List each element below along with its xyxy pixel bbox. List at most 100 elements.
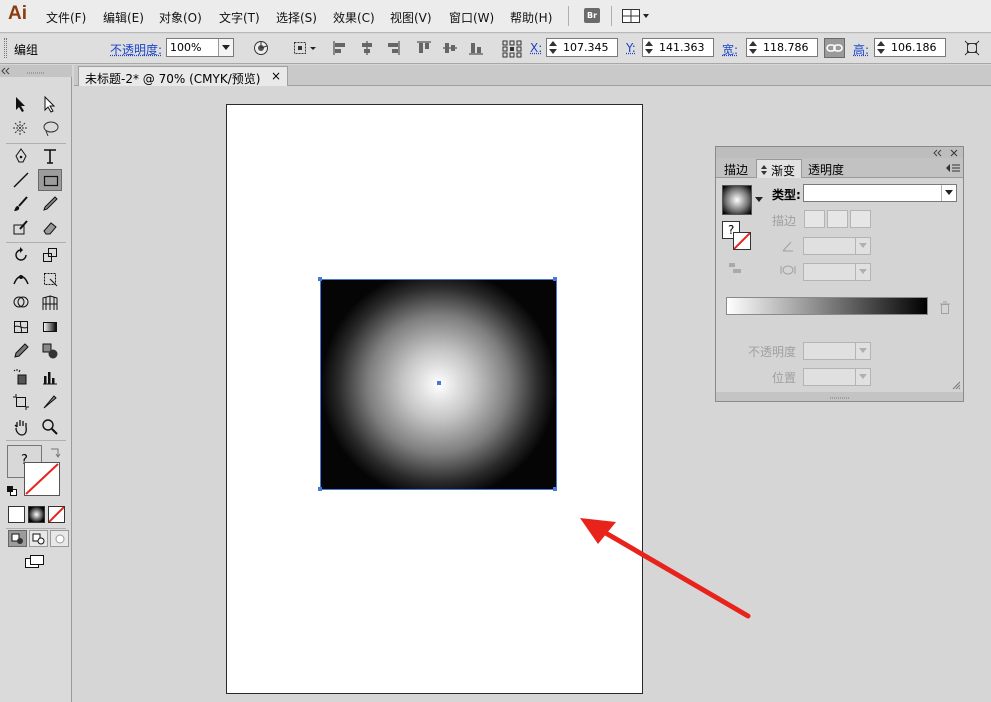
stroke-within-button[interactable] bbox=[804, 210, 825, 228]
chevron-down-icon[interactable] bbox=[855, 238, 870, 254]
grip-handle[interactable] bbox=[4, 38, 7, 58]
pencil-tool[interactable] bbox=[38, 193, 62, 215]
direct-selection-tool[interactable] bbox=[38, 93, 62, 115]
slice-tool[interactable] bbox=[38, 391, 62, 413]
rectangle-tool[interactable] bbox=[38, 169, 62, 191]
y-label[interactable]: Y: bbox=[626, 41, 636, 55]
default-fill-stroke-icon[interactable] bbox=[6, 485, 18, 497]
constrain-proportions-button[interactable] bbox=[824, 38, 845, 58]
type-tool[interactable] bbox=[38, 145, 62, 167]
none-mode-button[interactable] bbox=[48, 506, 65, 523]
width-field[interactable]: 118.786 bbox=[746, 38, 818, 57]
screen-mode-button[interactable] bbox=[24, 554, 46, 570]
spinner-icon[interactable] bbox=[876, 40, 886, 55]
chevron-down-icon[interactable] bbox=[218, 39, 233, 56]
stroke-across-button[interactable] bbox=[850, 210, 871, 228]
selection-handle[interactable] bbox=[318, 487, 322, 491]
gradient-type-select[interactable] bbox=[803, 184, 957, 202]
eraser-tool[interactable] bbox=[38, 217, 62, 239]
collapse-icon[interactable] bbox=[0, 65, 72, 77]
color-mode-button[interactable] bbox=[8, 506, 25, 523]
paintbrush-tool[interactable] bbox=[9, 193, 33, 215]
chevron-down-icon[interactable] bbox=[855, 264, 870, 280]
gradient-preview-swatch[interactable] bbox=[722, 185, 752, 215]
menu-help[interactable]: 帮助(H) bbox=[510, 9, 552, 26]
arrange-documents-button[interactable] bbox=[622, 9, 650, 23]
magic-wand-tool[interactable] bbox=[9, 118, 33, 140]
opacity-label[interactable]: 不透明度: bbox=[110, 41, 162, 58]
menu-view[interactable]: 视图(V) bbox=[390, 9, 432, 26]
gradient-mode-button[interactable] bbox=[28, 506, 45, 523]
symbol-sprayer-tool[interactable] bbox=[9, 366, 33, 388]
shape-builder-tool[interactable] bbox=[9, 292, 33, 314]
document-tab[interactable]: 未标题-2* @ 70% (CMYK/预览) × bbox=[78, 66, 288, 86]
chevron-down-icon[interactable] bbox=[855, 369, 870, 385]
selection-handle[interactable] bbox=[318, 277, 322, 281]
reference-point-icon[interactable] bbox=[502, 40, 522, 58]
panel-bottom-bar[interactable] bbox=[716, 392, 963, 401]
hand-tool[interactable] bbox=[9, 416, 33, 438]
gradient-slider[interactable] bbox=[726, 297, 928, 315]
height-label[interactable]: 高: bbox=[853, 41, 869, 58]
resize-grip-icon[interactable] bbox=[952, 381, 961, 390]
trash-icon[interactable] bbox=[939, 301, 951, 314]
align-center-icon[interactable] bbox=[359, 40, 375, 56]
chevron-down-icon[interactable] bbox=[755, 197, 763, 203]
close-icon[interactable]: × bbox=[271, 69, 281, 83]
x-field[interactable]: 107.345 bbox=[546, 38, 618, 57]
menu-object[interactable]: 对象(O) bbox=[159, 9, 202, 26]
angle-select[interactable] bbox=[803, 237, 871, 255]
align-right-icon[interactable] bbox=[385, 40, 401, 56]
perspective-grid-tool[interactable] bbox=[38, 292, 62, 314]
stroke-along-button[interactable] bbox=[827, 210, 848, 228]
mesh-tool[interactable] bbox=[9, 316, 33, 338]
panel-menu-icon[interactable] bbox=[946, 164, 960, 172]
width-label[interactable]: 宽: bbox=[722, 41, 738, 58]
align-left-icon[interactable] bbox=[332, 40, 348, 56]
recolor-artwork-icon[interactable] bbox=[253, 40, 269, 56]
width-tool[interactable] bbox=[9, 268, 33, 290]
bridge-button[interactable]: Br bbox=[584, 8, 600, 23]
column-graph-tool[interactable] bbox=[38, 366, 62, 388]
height-field[interactable]: 106.186 bbox=[874, 38, 946, 57]
tab-stroke[interactable]: 描边 bbox=[718, 159, 754, 178]
menu-file[interactable]: 文件(F) bbox=[46, 9, 86, 26]
scale-tool[interactable] bbox=[38, 244, 62, 266]
tab-transparency[interactable]: 透明度 bbox=[802, 159, 850, 178]
spinner-icon[interactable] bbox=[548, 40, 558, 55]
blend-tool[interactable] bbox=[38, 340, 62, 362]
reverse-gradient-icon[interactable] bbox=[728, 262, 742, 274]
stop-location-select[interactable] bbox=[803, 368, 871, 386]
tools-panel-header[interactable] bbox=[0, 65, 72, 77]
draw-behind-button[interactable] bbox=[29, 530, 48, 547]
artboard-tool[interactable] bbox=[9, 391, 33, 413]
align-bottom-icon[interactable] bbox=[468, 40, 484, 56]
fill-stroke-stroke[interactable] bbox=[733, 232, 751, 250]
spinner-icon[interactable] bbox=[748, 40, 758, 55]
eyedropper-tool[interactable] bbox=[9, 340, 33, 362]
gradient-tool[interactable] bbox=[38, 316, 62, 338]
transform-icon[interactable] bbox=[964, 40, 980, 56]
x-label[interactable]: X: bbox=[530, 41, 542, 55]
line-segment-tool[interactable] bbox=[9, 169, 33, 191]
selection-tool[interactable] bbox=[9, 93, 33, 115]
menu-effect[interactable]: 效果(C) bbox=[333, 9, 375, 26]
swap-fill-stroke-icon[interactable] bbox=[49, 446, 61, 458]
zoom-tool[interactable] bbox=[38, 416, 62, 438]
draw-normal-button[interactable] bbox=[8, 530, 27, 547]
aspect-ratio-select[interactable] bbox=[803, 263, 871, 281]
draw-inside-button[interactable] bbox=[50, 530, 69, 547]
align-middle-icon[interactable] bbox=[442, 40, 458, 56]
chevron-down-icon[interactable] bbox=[855, 343, 870, 359]
selection-handle[interactable] bbox=[553, 277, 557, 281]
menu-window[interactable]: 窗口(W) bbox=[449, 9, 494, 26]
panel-title-bar[interactable] bbox=[716, 147, 963, 158]
menu-edit[interactable]: 编辑(E) bbox=[103, 9, 144, 26]
menu-select[interactable]: 选择(S) bbox=[276, 9, 317, 26]
stop-opacity-select[interactable] bbox=[803, 342, 871, 360]
menu-type[interactable]: 文字(T) bbox=[219, 9, 260, 26]
transform-reference-icon[interactable] bbox=[292, 40, 318, 56]
tab-gradient[interactable]: 渐变 bbox=[756, 159, 803, 178]
chevron-down-icon[interactable] bbox=[941, 185, 956, 201]
spinner-icon[interactable] bbox=[644, 40, 654, 55]
